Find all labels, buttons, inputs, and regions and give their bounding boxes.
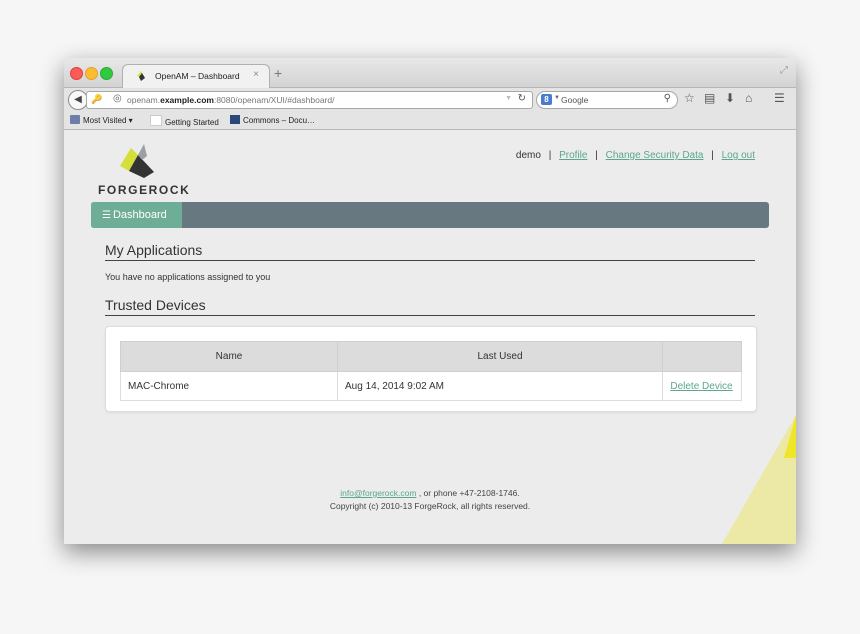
globe-icon: ◎: [113, 93, 122, 104]
bookmark-most-visited[interactable]: Most Visited ▾: [70, 115, 133, 125]
bookmarks-toolbar: Most Visited ▾ Getting Started Commons –…: [64, 111, 796, 130]
logout-link[interactable]: Log out: [722, 150, 755, 161]
change-security-data-link[interactable]: Change Security Data: [606, 150, 704, 161]
search-input[interactable]: 8 ▼ Google ⚲: [536, 91, 678, 109]
username: demo: [515, 150, 541, 161]
main-nav-bar: ☰ Dashboard: [91, 202, 769, 228]
trusted-devices-table: Name Last Used MAC-Chrome Aug 14, 2014 9…: [120, 341, 742, 401]
page-footer: info@forgerock.com , or phone +47-2108-1…: [64, 487, 796, 513]
url-history-dropdown-icon[interactable]: ▼: [505, 95, 512, 102]
bookmarks-menu-icon[interactable]: ▤: [704, 91, 715, 105]
url-text: openam.example.com:8080/openam/XUI/#dash…: [127, 95, 335, 105]
page-content: FORGEROCK demo | Profile | Change Securi…: [64, 130, 796, 544]
logo-text: FORGEROCK: [98, 183, 191, 197]
delete-device-link[interactable]: Delete Device: [670, 381, 732, 392]
no-applications-message: You have no applications assigned to you: [105, 272, 271, 282]
column-header-name: Name: [120, 341, 338, 372]
reload-icon[interactable]: ↻: [518, 93, 526, 104]
window-zoom-button[interactable]: [100, 67, 113, 80]
browser-tab[interactable]: OpenAM – Dashboard ×: [122, 64, 270, 88]
search-placeholder: Google: [561, 95, 589, 105]
search-icon[interactable]: ⚲: [664, 93, 671, 104]
url-bar[interactable]: 🔑 ◎ openam.example.com:8080/openam/XUI/#…: [86, 91, 533, 109]
window-minimize-button[interactable]: [85, 67, 98, 80]
bookmark-star-icon[interactable]: ☆: [684, 91, 695, 105]
navigation-toolbar: ◀ 🔑 ◎ openam.example.com:8080/openam/XUI…: [64, 88, 796, 111]
browser-window: OpenAM – Dashboard × + ⤢ ◀ 🔑 ◎ openam.ex…: [64, 58, 796, 544]
my-applications-heading: My Applications: [105, 242, 755, 261]
site-identity-icon[interactable]: 🔑: [91, 94, 102, 105]
page-icon: [150, 115, 162, 126]
commons-icon: [230, 115, 240, 124]
fullscreen-icon[interactable]: ⤢: [780, 65, 788, 76]
forgerock-logo-icon: [120, 144, 154, 178]
user-links: demo | Profile | Change Security Data | …: [515, 150, 755, 161]
back-button[interactable]: ◀: [68, 90, 88, 110]
tab-title: OpenAM – Dashboard: [155, 71, 240, 81]
list-icon: ☰: [102, 210, 111, 221]
window-close-button[interactable]: [70, 67, 83, 80]
table-row: MAC-Chrome Aug 14, 2014 9:02 AM Delete D…: [120, 371, 742, 401]
title-bar: OpenAM – Dashboard × + ⤢: [64, 58, 796, 88]
google-engine-icon[interactable]: 8: [541, 94, 552, 105]
new-tab-button[interactable]: +: [274, 65, 282, 81]
column-header-last-used: Last Used: [337, 341, 663, 372]
bookmark-commons[interactable]: Commons – Docu…: [230, 115, 315, 125]
phone-text: , or phone +47-2108-1746.: [416, 488, 520, 498]
trusted-devices-heading: Trusted Devices: [105, 297, 755, 316]
engine-dropdown-icon[interactable]: ▼: [554, 95, 560, 101]
folder-icon: [70, 115, 80, 124]
home-icon[interactable]: ⌂: [745, 91, 752, 105]
trusted-devices-panel: Name Last Used MAC-Chrome Aug 14, 2014 9…: [105, 326, 757, 412]
device-last-used: Aug 14, 2014 9:02 AM: [337, 371, 663, 401]
bookmark-getting-started[interactable]: Getting Started: [150, 115, 219, 127]
device-name: MAC-Chrome: [120, 371, 338, 401]
tab-dashboard[interactable]: ☰ Dashboard: [91, 202, 182, 228]
column-header-action: [662, 341, 742, 372]
contact-email-link[interactable]: info@forgerock.com: [340, 488, 416, 498]
copyright-text: Copyright (c) 2010-13 ForgeRock, all rig…: [329, 501, 531, 511]
profile-link[interactable]: Profile: [559, 150, 587, 161]
downloads-icon[interactable]: ⬇: [725, 91, 735, 105]
forgerock-favicon-icon: [137, 71, 145, 81]
hamburger-menu-icon[interactable]: ☰: [774, 91, 785, 105]
tab-close-icon[interactable]: ×: [253, 69, 259, 80]
